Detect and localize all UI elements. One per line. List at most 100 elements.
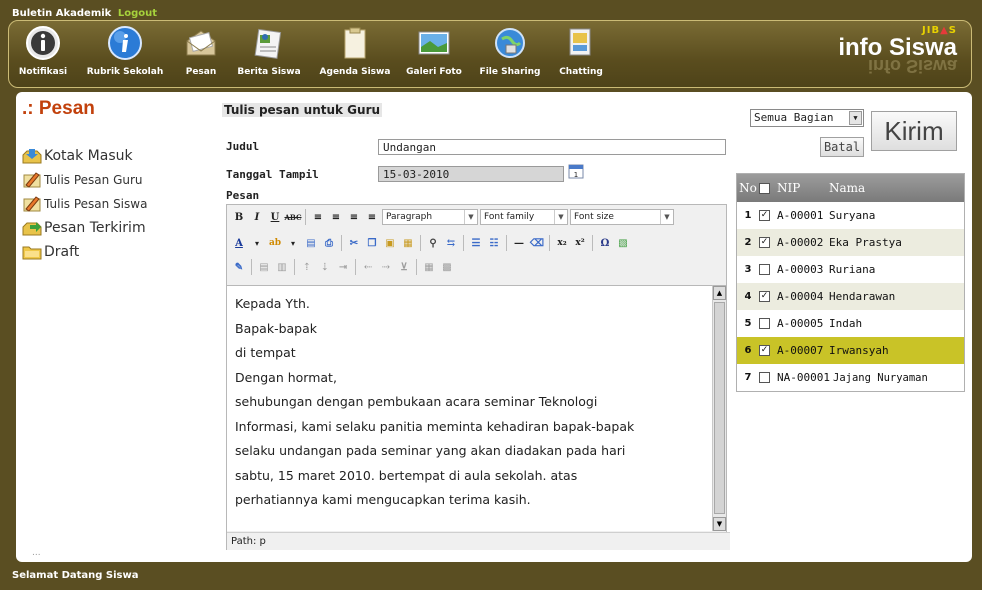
font-family-select[interactable]: Font family ▼ bbox=[480, 209, 568, 225]
nav-berita-siswa[interactable]: Berita Siswa bbox=[231, 25, 307, 77]
image-icon[interactable]: ▧ bbox=[615, 235, 631, 251]
subscript-icon[interactable]: x₂ bbox=[554, 235, 570, 251]
table-row[interactable]: 4 ✓ A-00004 Hendarawan bbox=[737, 283, 964, 310]
table-icon[interactable]: ▤ bbox=[303, 235, 319, 251]
table-row[interactable]: 2 ✓ A-00002 Eka Prastya bbox=[737, 229, 964, 256]
table-row-selected[interactable]: 6 ✓ A-00007 Irwansyah bbox=[737, 337, 964, 364]
sidebar-item-draft[interactable]: Draft bbox=[22, 240, 147, 264]
highlight-color-icon[interactable]: ab bbox=[267, 235, 283, 251]
content-line: di tempat bbox=[235, 345, 296, 360]
row-nama: Irwansyah bbox=[829, 344, 889, 357]
department-select[interactable]: Semua Bagian ▼ bbox=[750, 109, 864, 127]
dropdown-arrow-icon[interactable]: ▾ bbox=[249, 235, 265, 251]
row-nip: A-00004 bbox=[777, 290, 824, 303]
nav-label: Galeri Foto bbox=[406, 67, 462, 77]
delete-col-icon[interactable]: ⊻ bbox=[396, 259, 412, 275]
nav-pesan[interactable]: Pesan bbox=[181, 25, 221, 77]
nav-label: File Sharing bbox=[479, 67, 541, 77]
select-all-checkbox[interactable] bbox=[759, 182, 777, 194]
sidebar-item-kotak-masuk[interactable]: Kotak Masuk bbox=[22, 144, 147, 168]
sidebar-item-label: Kotak Masuk bbox=[44, 148, 133, 164]
delete-row-icon[interactable]: ⇥ bbox=[335, 259, 351, 275]
row-nip: A-00007 bbox=[777, 344, 824, 357]
col-before-icon[interactable]: ⇠ bbox=[360, 259, 376, 275]
eraser-icon[interactable]: ⌫ bbox=[529, 235, 545, 251]
numbered-list-icon[interactable]: ☷ bbox=[486, 235, 502, 251]
align-left-icon[interactable]: ≡ bbox=[310, 209, 326, 225]
format-select-value: Paragraph bbox=[386, 212, 433, 222]
toolbar-separator bbox=[592, 235, 593, 251]
special-char-icon[interactable]: Ω bbox=[597, 235, 613, 251]
italic-icon[interactable]: I bbox=[249, 209, 265, 225]
find-icon[interactable]: ⚲ bbox=[425, 235, 441, 251]
font-size-select[interactable]: Font size ▼ bbox=[570, 209, 674, 225]
row-checkbox[interactable]: ✓ bbox=[759, 345, 777, 356]
nav-chatting[interactable]: Chatting bbox=[553, 25, 609, 77]
sidebar-item-tulis-pesan-siswa[interactable]: Tulis Pesan Siswa bbox=[22, 192, 147, 216]
replace-icon[interactable]: ⇆ bbox=[443, 235, 459, 251]
align-justify-icon[interactable]: ≡ bbox=[364, 209, 380, 225]
nav-label: Agenda Siswa bbox=[319, 67, 391, 77]
row-checkbox[interactable]: ✓ bbox=[759, 210, 777, 221]
nav-notifikasi[interactable]: Notifikasi bbox=[13, 25, 73, 77]
merge-cells-icon[interactable]: ▩ bbox=[439, 259, 455, 275]
chevron-down-icon: ▼ bbox=[660, 210, 673, 224]
nav-file-sharing[interactable]: File Sharing bbox=[475, 25, 545, 77]
strikethrough-icon[interactable]: ABC bbox=[284, 209, 301, 225]
print-icon[interactable]: ⎙ bbox=[321, 235, 337, 251]
format-select[interactable]: Paragraph ▼ bbox=[382, 209, 478, 225]
align-center-icon[interactable]: ≡ bbox=[328, 209, 344, 225]
row-nama: Hendarawan bbox=[829, 290, 896, 303]
col-after-icon[interactable]: ⇢ bbox=[378, 259, 394, 275]
cancel-button[interactable]: Batal bbox=[820, 137, 864, 157]
editor-scrollbar[interactable]: ▲ ▼ bbox=[712, 285, 726, 531]
toolbar-separator bbox=[294, 259, 295, 275]
row-checkbox[interactable]: ✓ bbox=[759, 237, 777, 248]
row-checkbox[interactable]: ✓ bbox=[759, 291, 777, 302]
table-row[interactable]: 5 A-00005 Indah bbox=[737, 310, 964, 337]
cut-icon[interactable]: ✂ bbox=[346, 235, 362, 251]
photo-icon bbox=[416, 25, 452, 61]
tanggal-input[interactable] bbox=[378, 166, 564, 182]
row-after-icon[interactable]: ⇣ bbox=[317, 259, 333, 275]
paste-text-icon[interactable]: ▦ bbox=[400, 235, 416, 251]
sidebar-item-tulis-pesan-guru[interactable]: Tulis Pesan Guru bbox=[22, 168, 147, 192]
paste-icon[interactable]: ▣ bbox=[382, 235, 398, 251]
scroll-thumb[interactable] bbox=[714, 302, 725, 514]
copy-icon[interactable]: ❐ bbox=[364, 235, 380, 251]
sidebar-title: .: Pesan bbox=[22, 98, 95, 119]
table-row[interactable]: 1 ✓ A-00001 Suryana bbox=[737, 202, 964, 229]
calendar-icon[interactable]: 1 bbox=[568, 163, 584, 179]
dropdown-arrow-icon[interactable]: ▾ bbox=[285, 235, 301, 251]
cell-props-icon[interactable]: ▥ bbox=[274, 259, 290, 275]
edit-css-icon[interactable]: ✎ bbox=[231, 259, 247, 275]
sidebar-item-pesan-terkirim[interactable]: Pesan Terkirim bbox=[22, 216, 147, 240]
text-color-icon[interactable]: A bbox=[231, 235, 247, 251]
split-cells-icon[interactable]: ▦ bbox=[421, 259, 437, 275]
scroll-down-icon[interactable]: ▼ bbox=[713, 517, 726, 531]
row-checkbox[interactable] bbox=[759, 318, 777, 329]
superscript-icon[interactable]: x² bbox=[572, 235, 588, 251]
row-checkbox[interactable] bbox=[759, 372, 777, 383]
table-row[interactable]: 7 NA-00001 Jajang Nuryaman bbox=[737, 364, 964, 391]
bold-icon[interactable]: B bbox=[231, 209, 247, 225]
nav-rubrik-sekolah[interactable]: Rubrik Sekolah bbox=[83, 25, 167, 77]
horizontal-rule-icon[interactable]: — bbox=[511, 235, 527, 251]
align-right-icon[interactable]: ≡ bbox=[346, 209, 362, 225]
table-props-icon[interactable]: ▤ bbox=[256, 259, 272, 275]
send-button[interactable]: Kirim bbox=[871, 111, 957, 151]
bullet-list-icon[interactable]: ☰ bbox=[468, 235, 484, 251]
header-no: No bbox=[739, 181, 757, 195]
judul-input[interactable] bbox=[378, 139, 726, 155]
scroll-up-icon[interactable]: ▲ bbox=[713, 286, 726, 300]
nav-galeri-foto[interactable]: Galeri Foto bbox=[403, 25, 465, 77]
underline-icon[interactable]: U bbox=[267, 209, 283, 225]
toolbar-row-2: A ▾ ab ▾ ▤ ⎙ ✂ ❐ ▣ ▦ ⚲ ⇆ ☰ ☷ — ⌫ x₂ x² Ω… bbox=[231, 233, 631, 253]
row-before-icon[interactable]: ⇡ bbox=[299, 259, 315, 275]
nav-agenda-siswa[interactable]: Agenda Siswa bbox=[315, 25, 395, 77]
editor-content[interactable]: Kepada Yth. Bapak-bapak di tempat Dengan… bbox=[227, 285, 713, 531]
logout-link[interactable]: Logout bbox=[118, 8, 157, 19]
toolbar-row-3: ✎ ▤ ▥ ⇡ ⇣ ⇥ ⇠ ⇢ ⊻ ▦ ▩ bbox=[231, 257, 455, 277]
row-checkbox[interactable] bbox=[759, 264, 777, 275]
table-row[interactable]: 3 A-00003 Ruriana bbox=[737, 256, 964, 283]
